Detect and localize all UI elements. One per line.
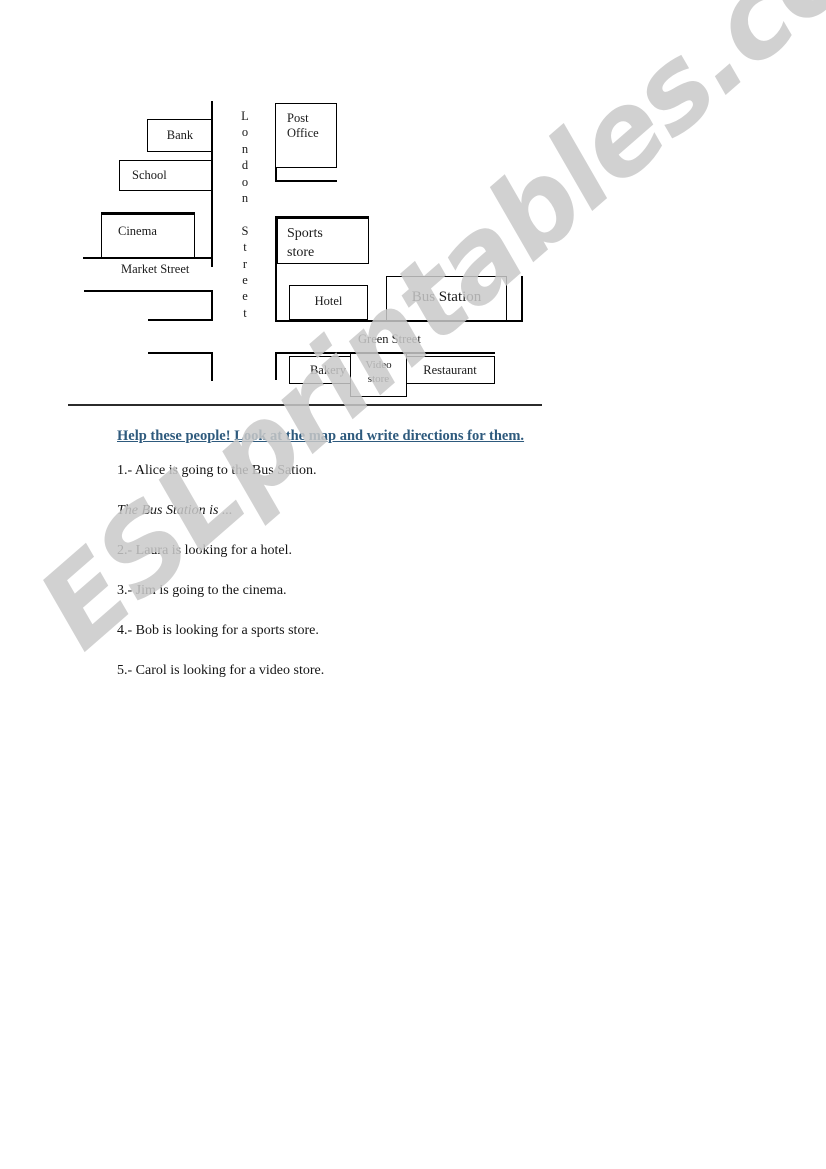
building-sports-store-label: Sports store [287, 226, 323, 260]
building-restaurant-label: Restaurant [423, 363, 477, 377]
building-bus-station-label: Bus Station [411, 289, 482, 305]
map-line-market-street [83, 257, 213, 259]
building-school: School [119, 160, 213, 191]
building-school-label: School [132, 168, 167, 182]
map-line-block3-top [148, 352, 213, 354]
map-line-block2-east [211, 290, 213, 321]
map-line-block2-bottom [148, 319, 213, 321]
exercise-item-1: 1.- Alice is going to the Bus Sation. [117, 463, 317, 478]
building-video-store: Video store [350, 353, 407, 397]
map-line-block2-top [84, 290, 213, 292]
exercise-model-answer: The Bus Station is ... [117, 503, 233, 518]
street-label-green-street: Green Street [358, 332, 421, 346]
building-cinema-label: Cinema [118, 224, 157, 238]
building-hotel-label: Hotel [314, 294, 343, 308]
exercise-item-3: 3.- Jim is going to the cinema. [117, 583, 287, 598]
map-line-bottom-block-west-stub [275, 352, 277, 380]
map-line-post-office-strip-south [275, 180, 337, 182]
exercise-item-5: 5.- Carol is looking for a video store. [117, 663, 325, 678]
building-bank: Bank [147, 119, 213, 152]
street-label-market-street: Market Street [121, 262, 190, 276]
building-post-office: Post Office [275, 103, 337, 168]
exercise-section: Help these people! Look at the map and w… [117, 428, 717, 703]
building-cinema: Cinema [101, 212, 195, 258]
building-bank-label: Bank [166, 128, 194, 142]
exercise-item-2: 2.- Laura is looking for a hotel. [117, 543, 292, 558]
building-bus-station: Bus Station [386, 276, 507, 321]
street-label-london-street: L o n d o n S t r e e t [241, 109, 249, 320]
map-line-block3-east [211, 352, 213, 381]
map-line-hotel-block-west [275, 264, 277, 322]
building-restaurant: Restaurant [405, 356, 495, 384]
building-sports-store: Sports store [275, 216, 369, 264]
map-line-bus-block-east [521, 276, 523, 322]
exercise-item-4: 4.- Bob is looking for a sports store. [117, 623, 319, 638]
section-divider [68, 404, 542, 406]
exercise-heading: Help these people! Look at the map and w… [117, 428, 525, 444]
building-post-office-label: Post Office [287, 111, 319, 140]
building-video-store-label: Video store [365, 359, 392, 385]
city-map: Bank School Cinema Market Street L o n d… [0, 0, 826, 410]
worksheet-page: Bank School Cinema Market Street L o n d… [0, 0, 826, 1169]
building-hotel: Hotel [289, 285, 368, 320]
